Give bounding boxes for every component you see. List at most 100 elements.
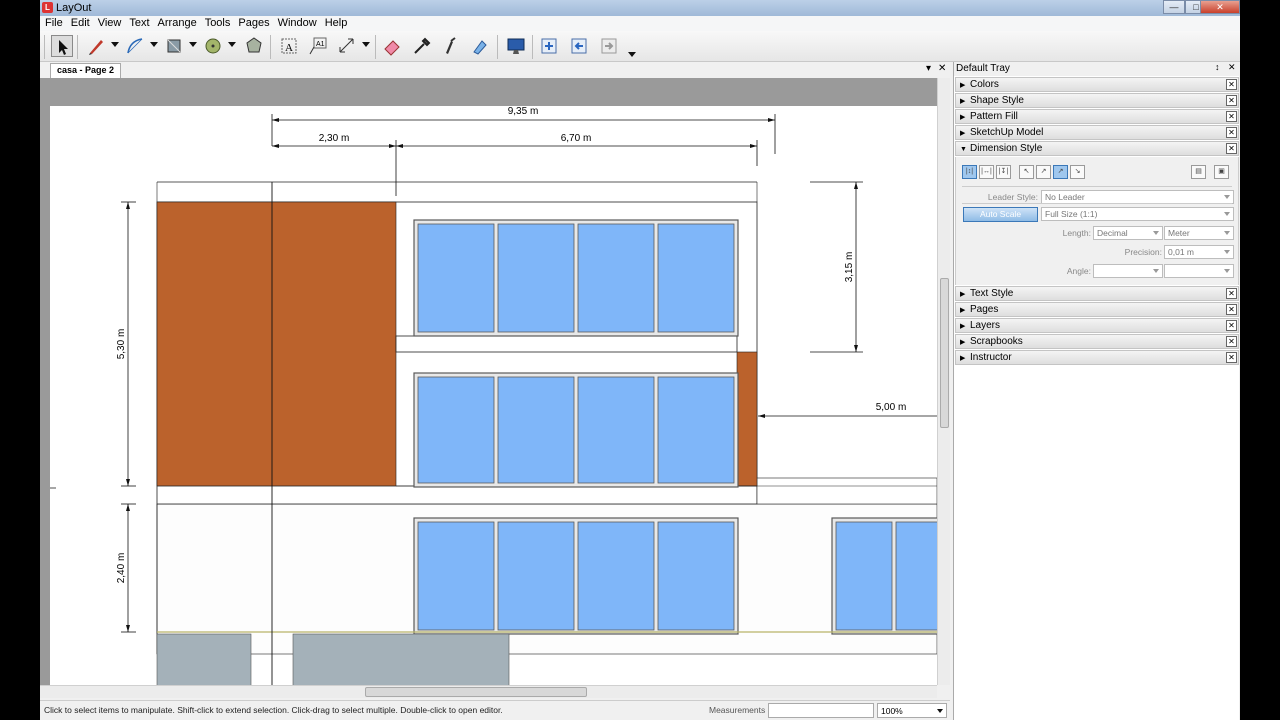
rectangle-tool-icon[interactable] (163, 35, 185, 57)
panel-layers[interactable]: ▶ Layers ✕ (955, 318, 1239, 333)
add-page-icon[interactable] (538, 35, 560, 57)
panel-sketchup-model[interactable]: ▶ SketchUp Model ✕ (955, 125, 1239, 140)
close-panel-icon[interactable]: ✕ (1226, 352, 1237, 363)
dimension-tool-dropdown-icon[interactable] (362, 42, 370, 47)
label-tool-icon[interactable]: A1 (307, 35, 329, 57)
extension-lines-icon[interactable]: ▤ (1191, 165, 1206, 179)
panel-shape-style[interactable]: ▶ Shape Style ✕ (955, 93, 1239, 108)
close-panel-icon[interactable]: ✕ (1226, 111, 1237, 122)
menu-view[interactable]: View (95, 16, 125, 30)
text-perpendicular-icon[interactable]: ↗ (1036, 165, 1051, 179)
panel-pattern-fill[interactable]: ▶ Pattern Fill ✕ (955, 109, 1239, 124)
dim-window-height[interactable]: 3,15 m (844, 252, 855, 283)
arc-tool-dropdown-icon[interactable] (150, 42, 158, 47)
expand-arrow-icon: ▶ (960, 307, 966, 314)
text-below-icon[interactable]: |↧| (996, 165, 1011, 179)
angle-format-select[interactable] (1093, 264, 1163, 278)
close-window-button[interactable]: ✕ (1200, 0, 1240, 14)
menu-pages[interactable]: Pages (235, 16, 272, 30)
scale-select[interactable]: Full Size (1:1) (1041, 207, 1234, 221)
minimize-button[interactable]: — (1163, 0, 1185, 14)
close-panel-icon[interactable]: ✕ (1226, 143, 1237, 154)
expand-arrow-icon: ▶ (960, 339, 966, 346)
zoom-select[interactable]: 100% (877, 703, 947, 718)
wall-cladding-main (156, 201, 397, 487)
measurements-input[interactable] (768, 703, 874, 718)
text-aligned-icon[interactable]: ↗ (1053, 165, 1068, 179)
vertical-scrollbar[interactable] (937, 78, 950, 685)
pencil-line-icon[interactable] (85, 35, 107, 57)
leader-style-select[interactable]: No Leader (1041, 190, 1234, 204)
eraser-tool-icon[interactable] (381, 35, 403, 57)
dim-lower-height[interactable]: 2,40 m (116, 553, 127, 584)
rectangle-tool-dropdown-icon[interactable] (189, 42, 197, 47)
vertical-scroll-thumb[interactable] (940, 278, 949, 428)
menu-file[interactable]: File (42, 16, 66, 30)
text-horizontal-icon[interactable]: ↖ (1019, 165, 1034, 179)
expand-arrow-icon: ▶ (960, 130, 966, 137)
panel-dimension-style[interactable]: ▼ Dimension Style ✕ (955, 141, 1239, 156)
text-tool-icon[interactable]: A (278, 35, 300, 57)
select-tool-icon[interactable] (51, 35, 73, 57)
menu-arrange[interactable]: Arrange (155, 16, 200, 30)
collapse-arrow-icon: ▼ (960, 146, 967, 153)
dim-upper-height[interactable]: 5,30 m (116, 329, 127, 360)
menu-help[interactable]: Help (322, 16, 351, 30)
length-format-select[interactable]: Decimal (1093, 226, 1163, 240)
text-rotate-icon[interactable]: ↘ (1070, 165, 1085, 179)
tray-close-icon[interactable]: ✕ (1228, 62, 1236, 73)
text-center-icon[interactable]: |↔| (979, 165, 994, 179)
main-toolbar: A A1 (40, 31, 1240, 62)
arc-tool-icon[interactable] (124, 35, 146, 57)
circle-tool-icon[interactable] (202, 35, 224, 57)
close-panel-icon[interactable]: ✕ (1226, 320, 1237, 331)
precision-select[interactable]: 0,01 m (1164, 245, 1234, 259)
close-panel-icon[interactable]: ✕ (1226, 95, 1237, 106)
panel-text-style[interactable]: ▶ Text Style ✕ (955, 286, 1239, 301)
angle-precision-select[interactable] (1164, 264, 1234, 278)
polygon-tool-icon[interactable] (243, 35, 265, 57)
menu-edit[interactable]: Edit (68, 16, 93, 30)
tab-close-icon[interactable]: ✕ (938, 63, 946, 74)
horizontal-scroll-thumb[interactable] (365, 687, 587, 697)
document-page[interactable]: 9,35 m 2,30 m 6,70 m 5,30 m 2,40 m 3,15 … (50, 106, 937, 685)
presentation-monitor-icon[interactable] (505, 35, 527, 57)
line-tool-dropdown-icon[interactable] (111, 42, 119, 47)
panel-pages[interactable]: ▶ Pages ✕ (955, 302, 1239, 317)
dim-side-width[interactable]: 5,00 m (876, 402, 907, 413)
dim-left-width[interactable]: 2,30 m (319, 133, 350, 144)
circle-tool-dropdown-icon[interactable] (228, 42, 236, 47)
close-panel-icon[interactable]: ✕ (1226, 304, 1237, 315)
window-pane (577, 223, 655, 333)
tab-casa-page-2[interactable]: casa - Page 2 (50, 63, 122, 78)
dimension-tool-icon[interactable] (336, 35, 358, 57)
close-panel-icon[interactable]: ✕ (1226, 79, 1237, 90)
dim-right-width[interactable]: 6,70 m (561, 133, 592, 144)
dim-total-width[interactable]: 9,35 m (508, 106, 539, 117)
toolbar-overflow-icon[interactable] (628, 52, 636, 57)
menu-window[interactable]: Window (275, 16, 320, 30)
panel-colors[interactable]: ▶ Colors ✕ (955, 77, 1239, 92)
split-tool-icon[interactable] (440, 35, 462, 57)
panel-instructor[interactable]: ▶ Instructor ✕ (955, 350, 1239, 365)
auto-scale-button[interactable]: Auto Scale (963, 207, 1038, 222)
tray-pin-icon[interactable]: ↕ (1215, 62, 1220, 72)
dimension-offset-icon[interactable]: ▣ (1214, 165, 1229, 179)
previous-page-icon[interactable] (568, 35, 590, 57)
svg-text:A1: A1 (316, 41, 325, 48)
join-tool-icon[interactable] (469, 35, 491, 57)
panel-scrapbooks[interactable]: ▶ Scrapbooks ✕ (955, 334, 1239, 349)
horizontal-scrollbar[interactable] (40, 685, 937, 698)
menu-text[interactable]: Text (126, 16, 152, 30)
next-page-icon[interactable] (598, 35, 620, 57)
length-unit-select[interactable]: Meter (1164, 226, 1234, 240)
close-panel-icon[interactable]: ✕ (1226, 288, 1237, 299)
style-eyedropper-icon[interactable] (410, 35, 432, 57)
menu-tools[interactable]: Tools (202, 16, 234, 30)
tab-list-icon[interactable]: ▾ (926, 63, 931, 74)
drawing-canvas[interactable]: 9,35 m 2,30 m 6,70 m 5,30 m 2,40 m 3,15 … (40, 78, 937, 685)
close-panel-icon[interactable]: ✕ (1226, 127, 1237, 138)
elevation-drawing[interactable]: 9,35 m 2,30 m 6,70 m 5,30 m 2,40 m 3,15 … (50, 106, 937, 685)
close-panel-icon[interactable]: ✕ (1226, 336, 1237, 347)
text-above-icon[interactable]: |↕| (962, 165, 977, 179)
